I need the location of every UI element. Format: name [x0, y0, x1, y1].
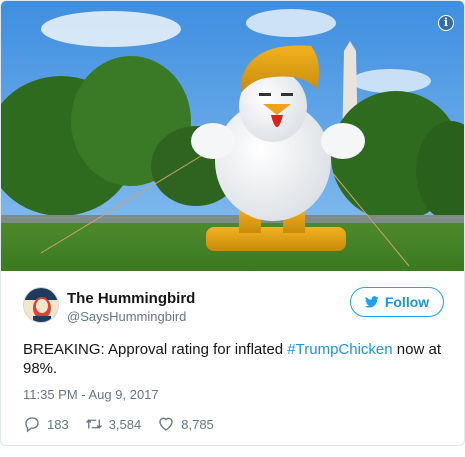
tweet-timestamp[interactable]: 11:35 PM - Aug 9, 2017	[23, 387, 159, 402]
hashtag-link[interactable]: #TrumpChicken	[287, 341, 392, 358]
retweet-icon	[85, 419, 102, 429]
retweet-count: 3,584	[108, 416, 142, 432]
reply-button[interactable]: 183	[23, 415, 69, 433]
tweet-card: i The Hummingbird @SaysHummingbird Follo…	[0, 0, 465, 446]
reply-count: 183	[47, 416, 69, 432]
like-count: 8,785	[181, 416, 214, 432]
twitter-bird-icon	[364, 296, 379, 308]
tweet-text: BREAKING: Approval rating for inflated #…	[23, 340, 448, 378]
inflatable-chicken-photo	[1, 1, 464, 271]
follow-label: Follow	[384, 294, 430, 310]
tweet-photo[interactable]: i	[1, 1, 464, 271]
info-icon[interactable]: i	[438, 15, 454, 31]
reply-icon	[25, 417, 39, 433]
tweet-text-prefix: BREAKING: Approval rating for inflated	[23, 341, 288, 358]
like-button[interactable]: 8,785	[157, 415, 214, 433]
author-handle[interactable]: @SaysHummingbird	[67, 309, 186, 324]
tweet-actions: 183 3,584 8,785	[23, 414, 230, 434]
follow-button[interactable]: Follow	[350, 287, 444, 317]
avatar[interactable]	[23, 287, 59, 323]
avatar-image	[24, 288, 58, 322]
author-name[interactable]: The Hummingbird	[67, 290, 195, 307]
retweet-button[interactable]: 3,584	[85, 415, 142, 433]
heart-icon	[159, 417, 173, 431]
